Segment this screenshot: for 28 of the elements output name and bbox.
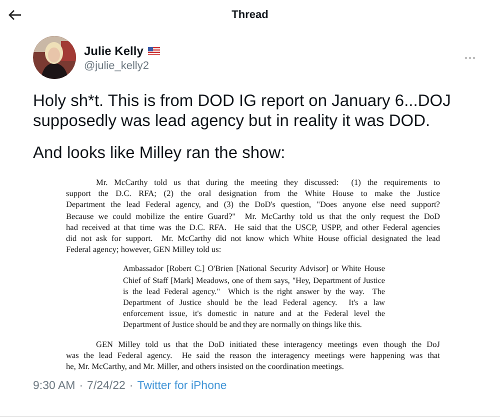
- document-line: GEN Milley told us that the DoD initiated these interagency meetings even though the DoJ: [95, 338, 440, 350]
- date: 7/24/22: [87, 380, 126, 392]
- document-line: support the D.C. RFA; (2) the oral designation from the White House to make the Justice: [66, 188, 440, 200]
- header-title: Thread: [232, 9, 268, 21]
- document-line: Chief of Staff [Mark] Meadows, one of them says, "Hey, Department of Justice: [123, 274, 385, 286]
- document-line: had received at that time was the D.C. RFA. He said that the USCP, USPP, and other Federal agencies: [66, 222, 440, 234]
- document-line: Department the lead Federal agency, and (3) the DoD's question, "Does anyone else need support?: [66, 199, 440, 211]
- author-handle[interactable]: @julie_kelly2: [84, 60, 455, 72]
- separator: ·: [79, 380, 84, 392]
- document-line: he, Mr. McCarthy, and Mr. Miller, and others insisted on the coordination meetings.: [66, 361, 345, 372]
- document-line: Because we could mobilize the entire Guard?" Mr. McCarthy told us that the only request the DoD: [66, 210, 440, 222]
- author-name[interactable]: Julie Kelly: [84, 44, 144, 58]
- document-line: Ambassador [Robert C.] O'Brien [National Security Advisor] or White House: [123, 263, 385, 275]
- document-line: is the lead Federal agency." Which is the right answer by the way. The: [123, 286, 385, 298]
- tweet-text: Holy sh*t. This is from DOD IG report on January 6...DOJ supposedly was lead agency but in reality it was DOD.: [33, 91, 452, 131]
- tweet-text: And looks like Milley ran the show:: [33, 143, 286, 163]
- source-link[interactable]: Twitter for iPhone: [137, 380, 227, 392]
- document-line: was the lead Federal agency. He said the reason the interagency meetings were happening was that: [66, 350, 440, 362]
- document-line: enforcement issue, it's domestic in nature and at the Federal level the: [123, 308, 385, 320]
- document-line: Department of Justice should be and they are normally on things like this.: [123, 319, 363, 331]
- timestamp: 9:30 AM: [33, 380, 76, 392]
- separator: ·: [129, 380, 134, 392]
- flag-icon: [148, 46, 160, 54]
- document-line: Department of Justice should be the lead Federal agency. It's a law: [123, 297, 385, 308]
- back-arrow-icon[interactable]: [8, 8, 22, 22]
- document-line: Mr. McCarthy told us that during the meeting they discussed: (1) the requirements to: [95, 177, 440, 188]
- document-line: Federal agency; however, GEN Milley told us:: [66, 244, 222, 256]
- document-line: did not ask for support. Mr. McCarthy did not know which White House official designated the lead: [66, 233, 440, 244]
